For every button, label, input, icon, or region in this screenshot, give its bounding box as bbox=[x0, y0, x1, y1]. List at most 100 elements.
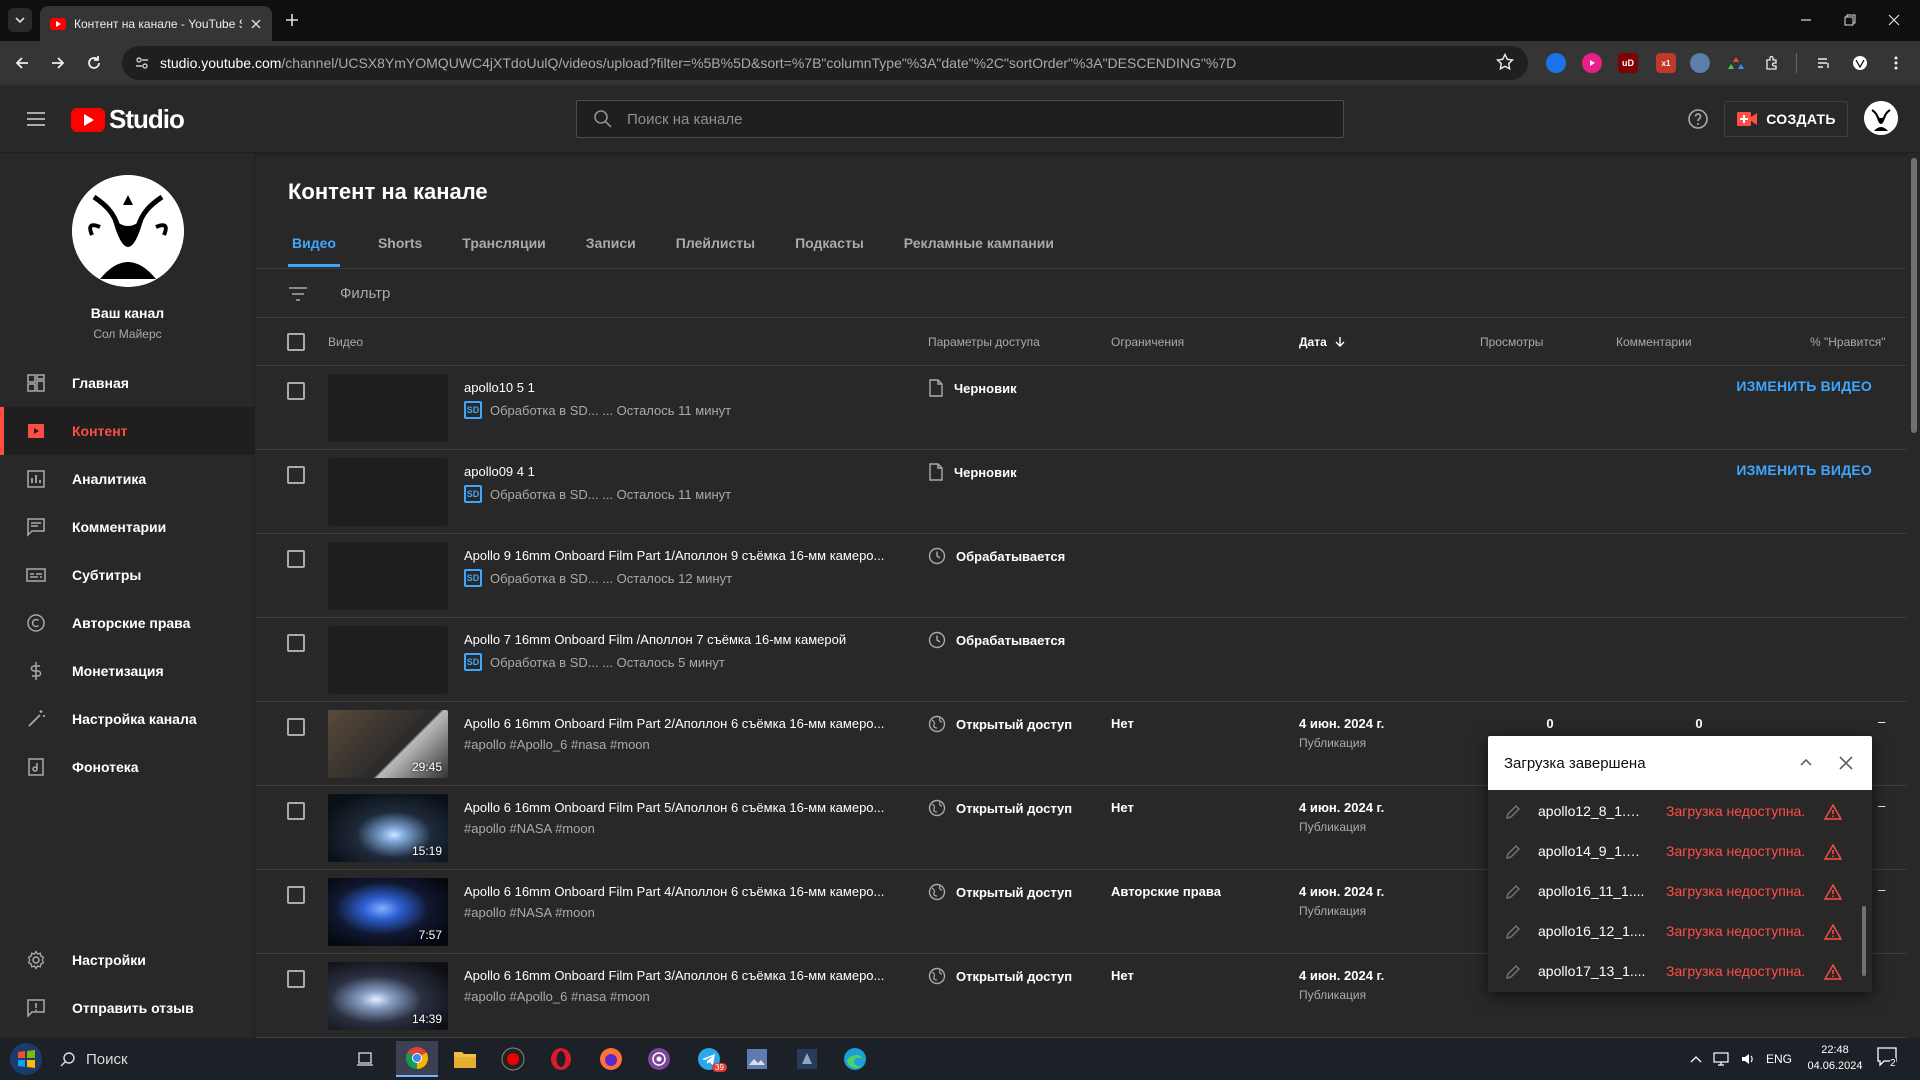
taskbar-app-game[interactable] bbox=[786, 1041, 828, 1077]
video-thumbnail[interactable] bbox=[328, 374, 448, 442]
visibility-cell[interactable]: Открытый доступ bbox=[928, 967, 1072, 985]
search-input[interactable] bbox=[627, 110, 1227, 128]
taskbar-tor[interactable] bbox=[638, 1041, 680, 1077]
taskbar-clock[interactable]: 22:48 04.06.2024 bbox=[1800, 1042, 1870, 1074]
video-title[interactable]: apollo09 4 1 bbox=[464, 464, 904, 479]
pencil-icon[interactable] bbox=[1504, 883, 1522, 901]
video-thumbnail[interactable]: 15:19 bbox=[328, 794, 448, 862]
close-tab-icon[interactable] bbox=[250, 18, 262, 30]
browser-menu-icon[interactable] bbox=[1886, 53, 1906, 73]
sidebar-item-monetization[interactable]: Монетизация bbox=[0, 647, 255, 695]
popup-scrollbar[interactable] bbox=[1862, 906, 1866, 976]
taskbar-app-photo[interactable] bbox=[736, 1041, 778, 1077]
taskbar-search[interactable]: Поиск bbox=[60, 1046, 128, 1072]
row-checkbox[interactable] bbox=[287, 718, 305, 736]
row-checkbox[interactable] bbox=[287, 550, 305, 568]
channel-name[interactable]: Ваш канал bbox=[0, 305, 255, 321]
tab-live[interactable]: Трансляции bbox=[442, 219, 565, 267]
minimize-button[interactable] bbox=[1794, 8, 1818, 32]
column-comments[interactable]: Комментарии bbox=[1616, 335, 1692, 349]
notifications-button[interactable]: 2 bbox=[1876, 1046, 1904, 1072]
sidebar-item-content[interactable]: Контент bbox=[0, 407, 255, 455]
close-popup-button[interactable] bbox=[1834, 751, 1858, 775]
sidebar-item-copyright[interactable]: Авторские права bbox=[0, 599, 255, 647]
filter-icon[interactable] bbox=[286, 282, 310, 306]
filter-input[interactable] bbox=[340, 279, 940, 307]
collapse-button[interactable] bbox=[1794, 751, 1818, 775]
restore-button[interactable] bbox=[1838, 8, 1862, 32]
row-checkbox[interactable] bbox=[287, 382, 305, 400]
taskbar-telegram[interactable]: 39 bbox=[688, 1041, 730, 1077]
language-indicator[interactable]: ENG bbox=[1766, 1052, 1792, 1066]
sidebar-item-subtitles[interactable]: Субтитры bbox=[0, 551, 255, 599]
volume-icon[interactable] bbox=[1740, 1051, 1756, 1067]
taskbar-edge[interactable] bbox=[834, 1041, 876, 1077]
taskbar-recorder[interactable] bbox=[492, 1041, 534, 1077]
extension-color-icon[interactable] bbox=[1726, 53, 1746, 73]
column-date[interactable]: Дата bbox=[1299, 335, 1346, 349]
row-checkbox[interactable] bbox=[287, 802, 305, 820]
help-button[interactable] bbox=[1686, 107, 1710, 131]
tab-podcasts[interactable]: Подкасты bbox=[775, 219, 884, 267]
video-title[interactable]: Apollo 9 16mm Onboard Film Part 1/Аполло… bbox=[464, 548, 904, 563]
visibility-cell[interactable]: Открытый доступ bbox=[928, 715, 1072, 733]
row-checkbox[interactable] bbox=[287, 886, 305, 904]
table-row[interactable]: apollo10 5 1 SD Обработка в SD... ... Ост… bbox=[256, 366, 1906, 450]
upload-item[interactable]: apollo16_11_1.... Загрузка недоступна. bbox=[1488, 872, 1860, 912]
tab-videos[interactable]: Видео bbox=[288, 219, 340, 267]
taskbar-opera[interactable] bbox=[540, 1041, 582, 1077]
video-thumbnail[interactable]: 14:39 bbox=[328, 962, 448, 1030]
upload-item[interactable]: apollo17_13_1.... Загрузка недоступна. bbox=[1488, 952, 1860, 992]
back-button[interactable] bbox=[10, 51, 34, 75]
visibility-cell[interactable]: Черновик bbox=[928, 463, 1017, 481]
sidebar-item-comments[interactable]: Комментарии bbox=[0, 503, 255, 551]
restrictions-cell[interactable]: Авторские права bbox=[1111, 884, 1221, 899]
extension-1-icon[interactable] bbox=[1546, 53, 1566, 73]
video-title[interactable]: Apollo 6 16mm Onboard Film Part 4/Аполло… bbox=[464, 884, 904, 899]
pencil-icon[interactable] bbox=[1504, 803, 1522, 821]
video-title[interactable]: Apollo 6 16mm Onboard Film Part 3/Аполло… bbox=[464, 968, 904, 983]
table-row[interactable]: apollo09 4 1 SD Обработка в SD... ... Ост… bbox=[256, 450, 1906, 534]
site-info-icon[interactable] bbox=[134, 55, 150, 71]
extensions-puzzle-icon[interactable] bbox=[1762, 53, 1782, 73]
taskbar-firefox[interactable] bbox=[590, 1041, 632, 1077]
pencil-icon[interactable] bbox=[1504, 923, 1522, 941]
create-button[interactable]: СОЗДАТЬ bbox=[1724, 101, 1848, 137]
start-button[interactable] bbox=[8, 1041, 44, 1077]
pencil-icon[interactable] bbox=[1504, 963, 1522, 981]
page-scrollbar-thumb[interactable] bbox=[1911, 158, 1917, 433]
video-thumbnail[interactable] bbox=[328, 458, 448, 526]
channel-search[interactable] bbox=[576, 100, 1344, 138]
sidebar-item-feedback[interactable]: Отправить отзыв bbox=[0, 984, 255, 1032]
video-thumbnail[interactable] bbox=[328, 626, 448, 694]
new-tab-button[interactable] bbox=[282, 10, 302, 30]
sidebar-item-audio-library[interactable]: Фонотека bbox=[0, 743, 255, 791]
video-title[interactable]: apollo10 5 1 bbox=[464, 380, 904, 395]
close-window-button[interactable] bbox=[1882, 8, 1906, 32]
pencil-icon[interactable] bbox=[1504, 843, 1522, 861]
visibility-cell[interactable]: Обрабатывается bbox=[928, 547, 1065, 565]
tray-chevron-icon[interactable] bbox=[1690, 1054, 1702, 1064]
visibility-cell[interactable]: Открытый доступ bbox=[928, 799, 1072, 817]
video-title[interactable]: Apollo 6 16mm Onboard Film Part 2/Аполло… bbox=[464, 716, 904, 731]
media-controls-icon[interactable] bbox=[1814, 53, 1834, 73]
column-restrictions[interactable]: Ограничения bbox=[1111, 335, 1184, 349]
forward-button[interactable] bbox=[46, 51, 70, 75]
studio-logo[interactable]: Studio bbox=[71, 104, 185, 135]
reload-button[interactable] bbox=[82, 51, 106, 75]
visibility-cell[interactable]: Обрабатывается bbox=[928, 631, 1065, 649]
video-thumbnail[interactable]: 7:57 bbox=[328, 878, 448, 946]
tab-shorts[interactable]: Shorts bbox=[358, 219, 442, 267]
visibility-cell[interactable]: Открытый доступ bbox=[928, 883, 1072, 901]
upload-item[interactable]: apollo12_8_1.m... Загрузка недоступна. bbox=[1488, 792, 1860, 832]
ublock-icon[interactable]: uD bbox=[1618, 53, 1638, 73]
tab-list-button[interactable] bbox=[8, 8, 32, 32]
sidebar-item-analytics[interactable]: Аналитика bbox=[0, 455, 255, 503]
sidebar-item-dashboard[interactable]: Главная bbox=[0, 359, 255, 407]
profile-icon[interactable] bbox=[1850, 53, 1870, 73]
video-thumbnail[interactable] bbox=[328, 542, 448, 610]
extension-play-icon[interactable] bbox=[1582, 53, 1602, 73]
network-icon[interactable] bbox=[1712, 1051, 1730, 1067]
bookmark-star-button[interactable] bbox=[1496, 53, 1514, 71]
video-title[interactable]: Apollo 7 16mm Onboard Film /Аполлон 7 съ… bbox=[464, 632, 904, 647]
